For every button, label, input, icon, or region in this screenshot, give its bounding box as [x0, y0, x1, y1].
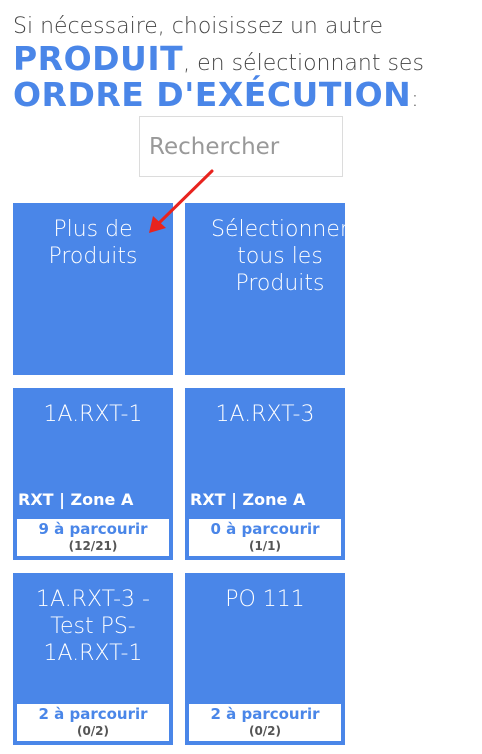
completion-ratio: (1/1): [248, 539, 282, 553]
instruction-text: Si nécessaire, choisissez un autre PRODU…: [13, 12, 478, 114]
completion-ratio: (0/2): [76, 724, 110, 738]
product-keyword: PRODUIT: [13, 39, 184, 78]
intro-line: Si nécessaire, choisissez un autre: [13, 14, 383, 39]
search-input[interactable]: [139, 116, 343, 177]
intro-colon: :: [411, 87, 419, 112]
product-tile[interactable]: PO 111 2 à parcourir (0/2): [185, 573, 345, 745]
product-tile[interactable]: 1A.RXT-3 RXT | Zone A 0 à parcourir (1/1…: [185, 388, 345, 560]
select-all-products-button[interactable]: Sélectionner tous les Produits: [185, 203, 345, 375]
product-progress: 2 à parcourir (0/2): [17, 704, 169, 741]
product-name: 1A.RXT-3: [215, 402, 315, 427]
product-zone: RXT | Zone A: [190, 490, 306, 509]
remaining-count: 2 à parcourir: [210, 705, 320, 723]
more-products-label: Plus de Produits: [48, 217, 138, 269]
product-selection-page: Si nécessaire, choisissez un autre PRODU…: [0, 0, 482, 754]
completion-ratio: (12/21): [68, 539, 118, 553]
select-all-label: Sélectionner tous les Produits: [211, 217, 345, 296]
product-progress: 9 à parcourir (12/21): [17, 519, 169, 556]
product-progress: 0 à parcourir (1/1): [189, 519, 341, 556]
remaining-count: 9 à parcourir: [38, 520, 148, 538]
product-name: PO 111: [225, 587, 305, 612]
product-name: 1A.RXT-3 - Test PS-1A.RXT-1: [36, 587, 150, 666]
product-tile[interactable]: 1A.RXT-1 RXT | Zone A 9 à parcourir (12/…: [13, 388, 173, 560]
more-products-button[interactable]: Plus de Produits: [13, 203, 173, 375]
completion-ratio: (0/2): [248, 724, 282, 738]
remaining-count: 0 à parcourir: [210, 520, 320, 538]
product-progress: 2 à parcourir (0/2): [189, 704, 341, 741]
product-tile[interactable]: 1A.RXT-3 - Test PS-1A.RXT-1 2 à parcouri…: [13, 573, 173, 745]
product-name: 1A.RXT-1: [43, 402, 143, 427]
intro-middle-text: , en sélectionnant ses: [183, 51, 424, 76]
remaining-count: 2 à parcourir: [38, 705, 148, 723]
order-keyword: ORDRE D'EXÉCUTION: [13, 75, 412, 114]
product-zone: RXT | Zone A: [18, 490, 134, 509]
